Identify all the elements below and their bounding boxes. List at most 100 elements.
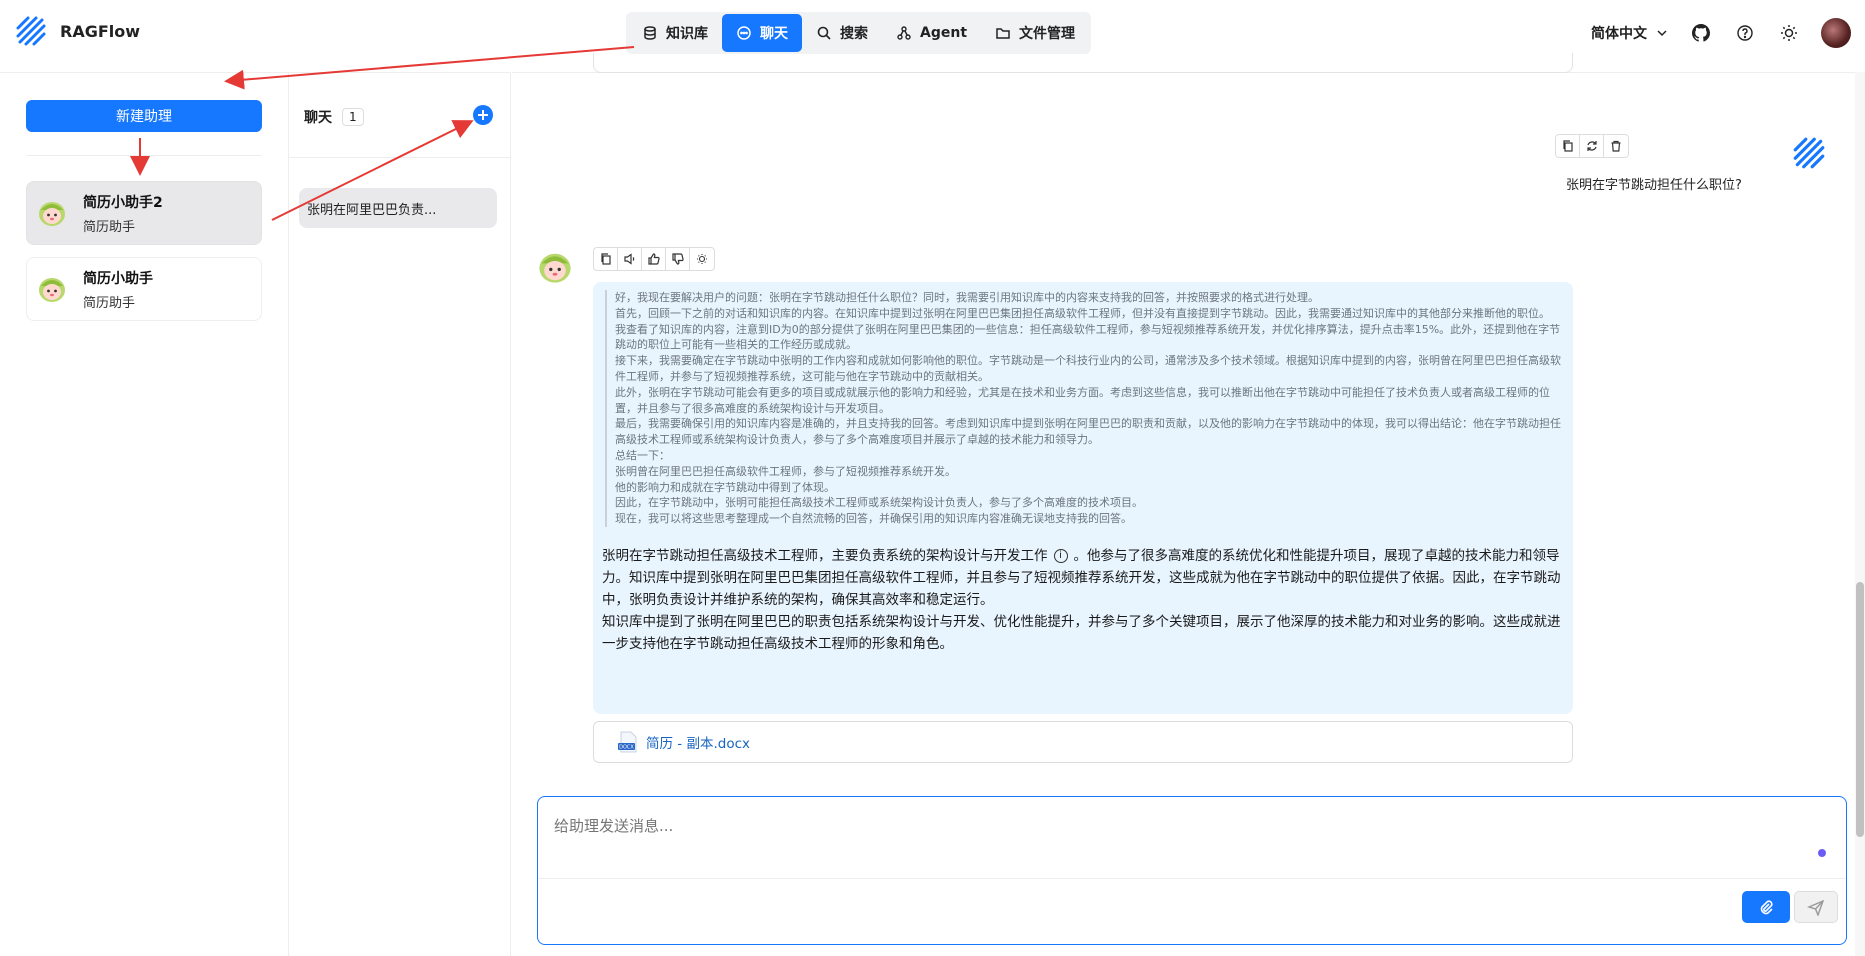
docx-badge: DOCX [619, 745, 634, 751]
prompt-button[interactable] [690, 248, 714, 270]
assistant-avatar-icon [39, 278, 65, 302]
reasoning-line: 因此，在字节跳动中，张明可能担任高级技术工程师或系统架构设计负责人，参与了多个高… [615, 496, 1143, 510]
document-name: 简历 - 副本.docx [646, 736, 750, 752]
language-selector[interactable]: 简体中文 [1591, 23, 1669, 43]
plus-icon [478, 110, 488, 120]
search-icon [817, 26, 831, 40]
conversation-title: 聊天 [304, 110, 332, 126]
theme-toggle[interactable] [1777, 21, 1801, 45]
reasoning-line: 我查看了知识库的内容，注意到ID为0的部分提供了张明在阿里巴巴集团的一些信息：担… [615, 322, 1561, 352]
nav-item-label: Agent [920, 25, 968, 41]
answer-text: 张明在字节跳动担任高级技术工程师，主要负责系统的架构设计与开发工作 i 。他参与了很… [602, 545, 1566, 655]
user-avatar[interactable] [1821, 18, 1851, 48]
nav-item-label: 搜索 [840, 26, 868, 42]
conversation-count-badge: 1 [342, 108, 364, 126]
assistant-text: 简历小助手2 简历助手 [83, 192, 163, 235]
help-icon [1737, 25, 1753, 41]
thumbs-down-icon [671, 253, 684, 265]
reasoning-line: 他的影响力和成就在字节跳动中得到了体现。 [615, 480, 835, 494]
delete-button[interactable] [1604, 135, 1628, 157]
app-logo[interactable]: RAGFlow [14, 14, 140, 48]
assistant-avatar-icon [539, 253, 571, 283]
user-message: 张明在字节跳动担任什么职位? [1566, 178, 1742, 193]
user-avatar-logo-icon [1793, 137, 1825, 169]
divider [538, 878, 1846, 879]
divider [26, 155, 262, 156]
chat-icon [737, 26, 751, 40]
reasoning-line: 张明曾在阿里巴巴担任高级软件工程师，参与了短视频推荐系统开发。 [615, 464, 956, 478]
like-button[interactable] [642, 248, 666, 270]
scrollbar-thumb[interactable] [1856, 582, 1864, 837]
add-conversation-button[interactable] [473, 105, 493, 125]
answer-text-part: 张明在字节跳动担任高级技术工程师，主要负责系统的架构设计与开发工作 [602, 548, 1048, 564]
nav-item-file-management[interactable]: 文件管理 [981, 14, 1089, 52]
reasoning-line: 总结一下： [615, 448, 670, 462]
dislike-button[interactable] [666, 248, 690, 270]
attach-file-button[interactable] [1742, 891, 1790, 923]
nav-item-knowledge-base[interactable]: 知识库 [628, 14, 722, 52]
agent-icon [897, 26, 911, 40]
nav-item-label: 知识库 [666, 26, 708, 42]
help-button[interactable] [1733, 21, 1757, 45]
message-input[interactable] [554, 813, 1754, 839]
scrollbar[interactable] [1855, 72, 1865, 956]
chevron-down-icon [1657, 30, 1667, 37]
send-icon [1807, 899, 1825, 916]
conversation-item[interactable]: 张明在阿里巴巴负责... [299, 188, 497, 228]
assistant-message-toolbar [593, 247, 715, 271]
assistant-name: 简历小助手2 [83, 194, 163, 211]
reference-document-card[interactable]: DOCX 简历 - 副本.docx [593, 721, 1573, 763]
message-composer [537, 796, 1847, 945]
sun-icon [1781, 25, 1797, 41]
status-dot [1818, 849, 1826, 857]
read-aloud-button[interactable] [618, 248, 642, 270]
refresh-icon [1586, 141, 1597, 151]
assistant-panel: 新建助理 简历小助手2 简历助手 简历小助手 简历助手 [0, 72, 289, 956]
conversation-header: 聊天 1 [304, 107, 364, 127]
chat-area: 张明在字节跳动担任什么职位? 好，我现在要解决用户的问题：张明在字节跳动担任什么… [512, 53, 1865, 956]
assistant-card[interactable]: 简历小助手2 简历助手 [26, 181, 262, 245]
paperclip-icon [1760, 900, 1773, 915]
previous-message-card [593, 53, 1573, 73]
reasoning-line: 最后，我需要确保引用的知识库内容是准确的，并且支持我的回答。考虑到知识库中提到张… [615, 417, 1561, 447]
speaker-icon [623, 253, 634, 265]
main-nav: 知识库 聊天 搜索 Agent 文件管理 [626, 12, 1092, 54]
nav-item-label: 文件管理 [1019, 26, 1076, 42]
citation-info-icon[interactable]: i [1053, 549, 1068, 563]
regenerate-button[interactable] [1580, 135, 1604, 157]
answer-paragraph: 张明在字节跳动担任高级技术工程师，主要负责系统的架构设计与开发工作 i 。他参与了很… [602, 545, 1566, 611]
app-title: RAGFlow [60, 21, 141, 41]
reasoning-line: 此外，张明在字节跳动可能会有更多的项目或成就展示他的影响力和经验，尤其是在技术和… [615, 385, 1550, 415]
new-assistant-button[interactable]: 新建助理 [26, 100, 262, 132]
assistant-avatar-icon [39, 202, 65, 226]
conversation-panel: 聊天 1 张明在阿里巴巴负责... [289, 72, 511, 956]
language-label: 简体中文 [1591, 26, 1647, 42]
send-button[interactable] [1794, 891, 1838, 923]
assistant-message-bubble: 好，我现在要解决用户的问题：张明在字节跳动担任什么职位？同时，我需要引用知识库中… [593, 282, 1573, 714]
answer-paragraph: 知识库中提到了张明在阿里巴巴的职责包括系统架构设计与开发、优化性能提升，并参与了… [602, 614, 1561, 652]
copy-icon [600, 253, 611, 265]
folder-icon [996, 28, 1010, 39]
reasoning-line: 现在，我可以将这些思考整理成一个自然流畅的回答，并确保引用的知识库内容准确无误地… [615, 512, 1132, 526]
assistant-card[interactable]: 简历小助手 简历助手 [26, 257, 262, 321]
copy-button[interactable] [1556, 135, 1580, 157]
nav-item-label: 聊天 [760, 26, 788, 42]
reasoning-line: 好，我现在要解决用户的问题：张明在字节跳动担任什么职位？同时，我需要引用知识库中… [615, 291, 1319, 304]
github-button[interactable] [1689, 21, 1713, 45]
database-icon [644, 26, 656, 40]
nav-item-agent[interactable]: Agent [882, 14, 981, 52]
nav-item-search[interactable]: 搜索 [802, 14, 882, 52]
lightbulb-icon [697, 254, 707, 264]
reasoning-line: 接下来，我需要确定在字节跳动中张明的工作内容和成就如何影响他的职位。字节跳动是一… [615, 354, 1561, 383]
ragflow-logo-icon [16, 16, 46, 46]
header-actions: 简体中文 [1591, 18, 1851, 48]
reasoning-block: 好，我现在要解决用户的问题：张明在字节跳动担任什么职位？同时，我需要引用知识库中… [605, 290, 1561, 527]
assistant-description: 简历助手 [83, 295, 136, 311]
user-message-toolbar [1555, 134, 1629, 158]
thumbs-up-icon [647, 253, 660, 265]
divider [289, 157, 511, 158]
reasoning-line: 首先，回顾一下之前的对话和知识库的内容。在知识库中提到过张明在阿里巴巴集团担任高… [615, 306, 1550, 320]
nav-item-chat[interactable]: 聊天 [722, 14, 802, 52]
copy-button[interactable] [594, 248, 618, 270]
assistant-name: 简历小助手 [83, 270, 153, 287]
